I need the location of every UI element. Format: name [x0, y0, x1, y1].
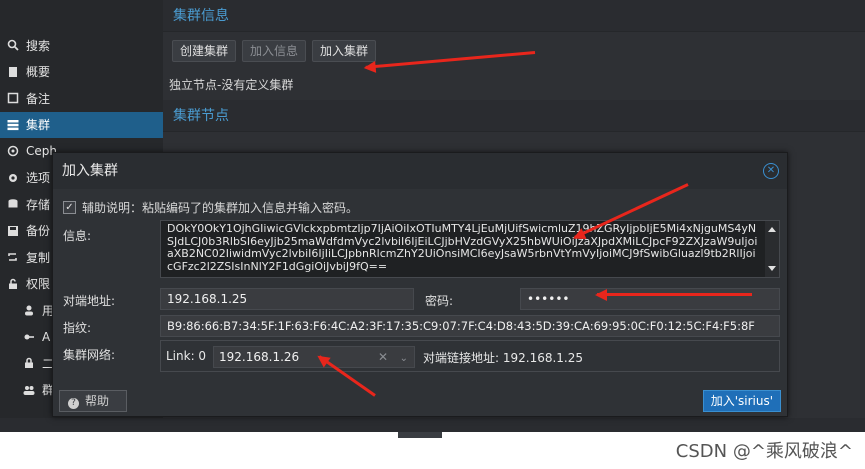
- sidebar-item-summary[interactable]: 概要: [0, 59, 163, 86]
- info-label: 信息:: [63, 229, 92, 243]
- help-row: ✓ 辅助说明：粘贴编码了的集群加入信息并输入密码。: [63, 199, 358, 216]
- sidebar-item-label: 概要: [26, 65, 51, 80]
- dialog-title: 加入集群: [53, 153, 787, 189]
- scroll-handle[interactable]: [398, 432, 442, 438]
- bottom-strip: [0, 418, 865, 432]
- fingerprint-label: 指纹:: [63, 321, 92, 335]
- info-textarea[interactable]: DOkY0OkY1OjhGIiwicGVlckxpbmtzIjp7IjAiOiI…: [160, 220, 780, 278]
- users-icon: [22, 383, 36, 397]
- sidebar-item-label: 搜索: [26, 38, 51, 53]
- join-submit-button[interactable]: 加入'sirius': [702, 390, 781, 412]
- chevron-down-icon[interactable]: ⌄: [400, 349, 408, 369]
- sidebar-item-label: 备份: [26, 224, 51, 239]
- create-cluster-button[interactable]: 创建集群: [172, 40, 237, 62]
- link-label: Link: 0: [166, 349, 207, 363]
- sidebar-item-label: 存储: [26, 197, 51, 212]
- peer-address-field[interactable]: 192.168.1.25: [160, 288, 414, 310]
- cluster-network-label: 集群网络:: [63, 348, 116, 362]
- join-info-button[interactable]: 加入信息: [242, 40, 307, 62]
- peer-address-label: 对端地址:: [63, 294, 116, 308]
- clear-icon[interactable]: ✕: [378, 347, 388, 367]
- book-icon: [6, 65, 20, 79]
- help-button-label: 帮助: [85, 394, 110, 408]
- user-icon: [22, 303, 36, 317]
- standalone-status: 独立节点-没有定义集群: [169, 78, 294, 92]
- sidebar-item-search[interactable]: 搜索: [0, 32, 163, 59]
- join-cluster-button[interactable]: 加入集群: [312, 40, 377, 62]
- fingerprint-field[interactable]: B9:86:66:B7:34:5F:1F:63:F6:4C:A2:3F:17:3…: [160, 315, 780, 337]
- floppy-icon: [6, 224, 20, 238]
- unlock-icon: [6, 277, 20, 291]
- cluster-network-box: Link: 0 192.168.1.26 ✕ ⌄ 对端链接地址: 192.168…: [160, 340, 780, 372]
- sidebar-item-label: 集群: [26, 118, 51, 133]
- help-text: 辅助说明：粘贴编码了的集群加入信息并输入密码。: [82, 201, 359, 215]
- link-address-combo[interactable]: 192.168.1.26 ✕ ⌄: [213, 346, 415, 368]
- join-cluster-dialog: 加入集群 ✕ ✓ 辅助说明：粘贴编码了的集群加入信息并输入密码。 信息: DOk…: [52, 152, 788, 417]
- scroll-up-icon[interactable]: [768, 227, 776, 232]
- note-icon: [6, 91, 20, 105]
- gear-icon: [6, 171, 20, 185]
- key-icon: [22, 330, 36, 344]
- sidebar-item-cluster[interactable]: 集群: [0, 111, 163, 138]
- info-scrollbar[interactable]: [765, 221, 779, 277]
- cluster-nodes-header: 集群节点: [163, 100, 865, 132]
- link-address-value: 192.168.1.26: [219, 350, 300, 364]
- info-value: DOkY0OkY1OjhGIiwicGVlckxpbmtzIjp7IjAiOiI…: [167, 222, 758, 273]
- watermark: CSDN @^乘风破浪^: [675, 441, 853, 462]
- sidebar-item-label: A: [42, 329, 51, 344]
- password-field[interactable]: ••••••: [520, 288, 780, 310]
- sidebar-item-label: 权限: [26, 277, 51, 292]
- close-icon[interactable]: ✕: [763, 163, 779, 179]
- peer-link-address: 对端链接地址: 192.168.1.25: [423, 351, 584, 365]
- database-icon: [6, 197, 20, 211]
- sidebar-item-notes[interactable]: 备注: [0, 85, 163, 112]
- cluster-toolbar: 创建集群 加入信息 加入集群: [163, 32, 865, 70]
- retweet-icon: [6, 250, 20, 264]
- help-checkbox[interactable]: ✓: [63, 201, 76, 214]
- sidebar-item-label: 备注: [26, 91, 51, 106]
- help-button[interactable]: ? 帮助: [59, 390, 127, 412]
- lock-icon: [22, 356, 36, 370]
- sidebar-item-label: 复制: [26, 250, 51, 265]
- question-icon: ?: [68, 398, 79, 409]
- cluster-info-header: 集群信息: [163, 0, 865, 32]
- server-icon: [6, 118, 20, 132]
- annotation-arrow: [597, 293, 752, 296]
- password-label: 密码:: [425, 294, 454, 308]
- search-icon: [6, 38, 20, 52]
- scroll-down-icon[interactable]: [768, 266, 776, 271]
- sidebar-item-label: 选项: [26, 171, 51, 186]
- ceph-icon: [6, 144, 20, 158]
